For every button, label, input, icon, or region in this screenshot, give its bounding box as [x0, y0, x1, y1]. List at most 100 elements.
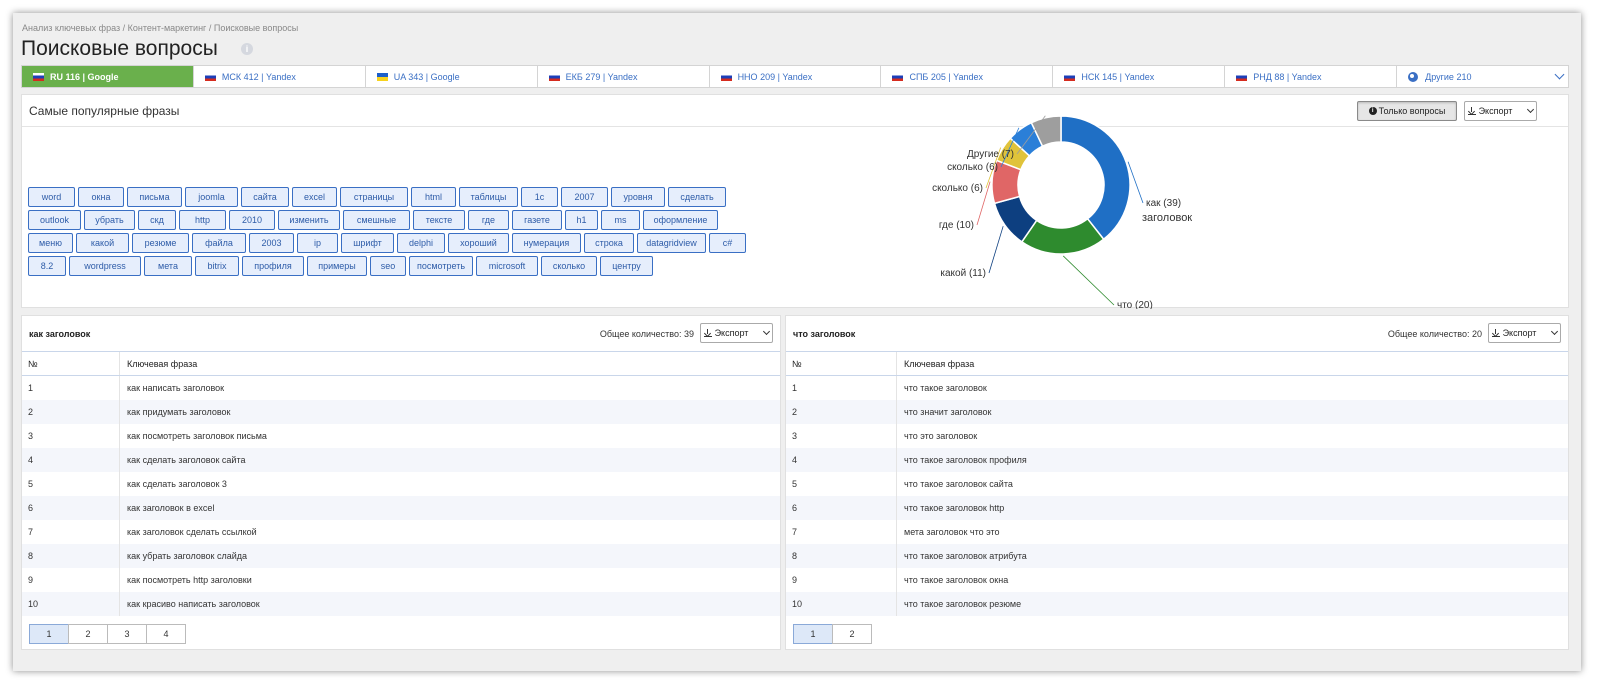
flag-ru-icon	[720, 72, 732, 81]
table-row[interactable]: 3 что это заголовок	[786, 424, 1568, 448]
table-title: что заголовок	[793, 329, 856, 339]
table-row[interactable]: 3 как посмотреть заголовок письма	[22, 424, 780, 448]
breadcrumb-item[interactable]: Контент-маркетинг	[128, 23, 207, 33]
table-row[interactable]: 8 как убрать заголовок слайда	[22, 544, 780, 568]
flag-ru-icon	[892, 72, 904, 81]
page-button[interactable]: 2	[832, 624, 872, 644]
slice-leader-line	[988, 226, 1004, 274]
table-row[interactable]: 6 как заголовок в excel	[22, 496, 780, 520]
row-number: 4	[22, 448, 120, 472]
row-number: 4	[786, 448, 897, 472]
table-row[interactable]: 9 как посмотреть http заголовки	[22, 568, 780, 592]
flag-ua-icon	[376, 72, 388, 81]
table-row[interactable]: 7 мета заголовок что это	[786, 520, 1568, 544]
row-phrase: мета заголовок что это	[904, 527, 1000, 537]
slice-label: сколько (6)	[932, 183, 983, 194]
row-number: 9	[786, 568, 897, 592]
flag-ru-icon	[1064, 72, 1076, 81]
table-row[interactable]: 1 как написать заголовок	[22, 376, 780, 400]
tab-label: RU 116 | Google	[50, 71, 119, 82]
tab-region[interactable]: Другие 210	[1397, 66, 1568, 87]
table-row[interactable]: 10 как красиво написать заголовок	[22, 592, 780, 616]
donut-center-label: заголовок	[1142, 212, 1192, 224]
row-phrase: что такое заголовок http	[904, 503, 1005, 513]
column-header-phrase[interactable]: Ключевая фраза	[120, 359, 197, 369]
row-phrase: что это заголовок	[904, 431, 978, 441]
table-row[interactable]: 2 что значит заголовок	[786, 400, 1568, 424]
breadcrumb-item[interactable]: Анализ ключевых фраз	[22, 23, 120, 33]
page-button[interactable]: 1	[29, 624, 69, 644]
tab-region[interactable]: МСК 412 | Yandex	[194, 66, 366, 87]
donut-slice[interactable]	[1060, 115, 1131, 241]
chevron-down-icon[interactable]	[1554, 69, 1565, 80]
tab-region[interactable]: РНД 88 | Yandex	[1225, 66, 1398, 87]
tab-label: ННО 209 | Yandex	[737, 71, 813, 82]
chevron-down-icon	[763, 327, 771, 336]
column-header-number[interactable]: №	[786, 352, 897, 375]
table-title: как заголовок	[29, 329, 91, 339]
table-row[interactable]: 2 как придумать заголовок	[22, 400, 780, 424]
row-phrase: что такое заголовок сайта	[904, 479, 1013, 489]
page-title: Поисковые вопросы	[21, 37, 218, 60]
row-number: 7	[786, 520, 897, 544]
table-row[interactable]: 9 что такое заголовок окна	[786, 568, 1568, 592]
row-number: 9	[22, 568, 120, 592]
row-phrase: как посмотреть http заголовки	[127, 575, 252, 585]
export-dropdown[interactable]: Экспорт	[1488, 323, 1561, 343]
table-row[interactable]: 6 что такое заголовок http	[786, 496, 1568, 520]
tab-region[interactable]: СПБ 205 | Yandex	[881, 66, 1054, 87]
tab-label: ЕКБ 279 | Yandex	[565, 71, 638, 82]
export-dropdown[interactable]: Экспорт	[700, 323, 773, 343]
row-phrase: как заголовок в excel	[127, 503, 215, 513]
row-phrase: что такое заголовок атрибута	[904, 551, 1027, 561]
row-phrase: как сделать заголовок 3	[127, 479, 227, 489]
table-row[interactable]: 10 что такое заголовок резюме	[786, 592, 1568, 616]
table-row[interactable]: 4 что такое заголовок профиля	[786, 448, 1568, 472]
tab-region[interactable]: UA 343 | Google	[366, 66, 538, 87]
row-phrase: как убрать заголовок слайда	[127, 551, 248, 561]
row-number: 8	[22, 544, 120, 568]
row-phrase: как придумать заголовок	[127, 407, 231, 417]
column-header-phrase[interactable]: Ключевая фраза	[897, 359, 974, 369]
slice-label: сколько (6)	[947, 162, 998, 173]
row-number: 6	[22, 496, 120, 520]
slice-label: Другие (7)	[967, 149, 1014, 160]
row-phrase: как сделать заголовок сайта	[127, 455, 246, 465]
info-icon[interactable]: i	[241, 43, 253, 55]
page-button[interactable]: 1	[793, 624, 833, 644]
slice-label: что (20)	[1117, 300, 1153, 309]
slice-leader-line	[1062, 255, 1115, 306]
button-label: Экспорт	[714, 328, 749, 338]
row-number: 5	[786, 472, 897, 496]
page-button[interactable]: 3	[107, 624, 147, 644]
button-label: Экспорт	[1502, 328, 1537, 338]
tab-region[interactable]: НСК 145 | Yandex	[1053, 66, 1226, 87]
table-row[interactable]: 5 как сделать заголовок 3	[22, 472, 780, 496]
table-row[interactable]: 8 что такое заголовок атрибута	[786, 544, 1568, 568]
donut-chart: как (39) что (20) какой (11) где (10) скольк…	[932, 115, 1192, 309]
table-row[interactable]: 4 как сделать заголовок сайта	[22, 448, 780, 472]
table-header: № Ключевая фраза	[786, 351, 1568, 376]
row-phrase: как написать заголовок	[127, 383, 225, 393]
tab-region[interactable]: RU 116 | Google	[22, 66, 194, 87]
tab-region[interactable]: ЕКБ 279 | Yandex	[538, 66, 710, 87]
page-button[interactable]: 2	[68, 624, 108, 644]
breadcrumb-separator: /	[206, 23, 214, 33]
table-row[interactable]: 5 что такое заголовок сайта	[786, 472, 1568, 496]
keyword-table: № Ключевая фраза 1 как написать заголовок 2 к…	[22, 351, 780, 616]
column-header-number[interactable]: №	[22, 352, 120, 375]
row-number: 7	[22, 520, 120, 544]
page-button[interactable]: 4	[146, 624, 186, 644]
row-phrase: что такое заголовок	[904, 383, 987, 393]
download-icon	[1491, 329, 1500, 337]
tab-label: РНД 88 | Yandex	[1253, 71, 1322, 82]
tab-region[interactable]: ННО 209 | Yandex	[710, 66, 882, 87]
slice-label: какой (11)	[940, 268, 986, 279]
table-row[interactable]: 7 как заголовок сделать ссылкой	[22, 520, 780, 544]
flag-ru-icon	[204, 72, 216, 81]
row-number: 1	[786, 376, 897, 400]
table-row[interactable]: 1 что такое заголовок	[786, 376, 1568, 400]
row-number: 1	[22, 376, 120, 400]
row-phrase: что такое заголовок окна	[904, 575, 1009, 585]
row-phrase: как красиво написать заголовок	[127, 599, 260, 609]
